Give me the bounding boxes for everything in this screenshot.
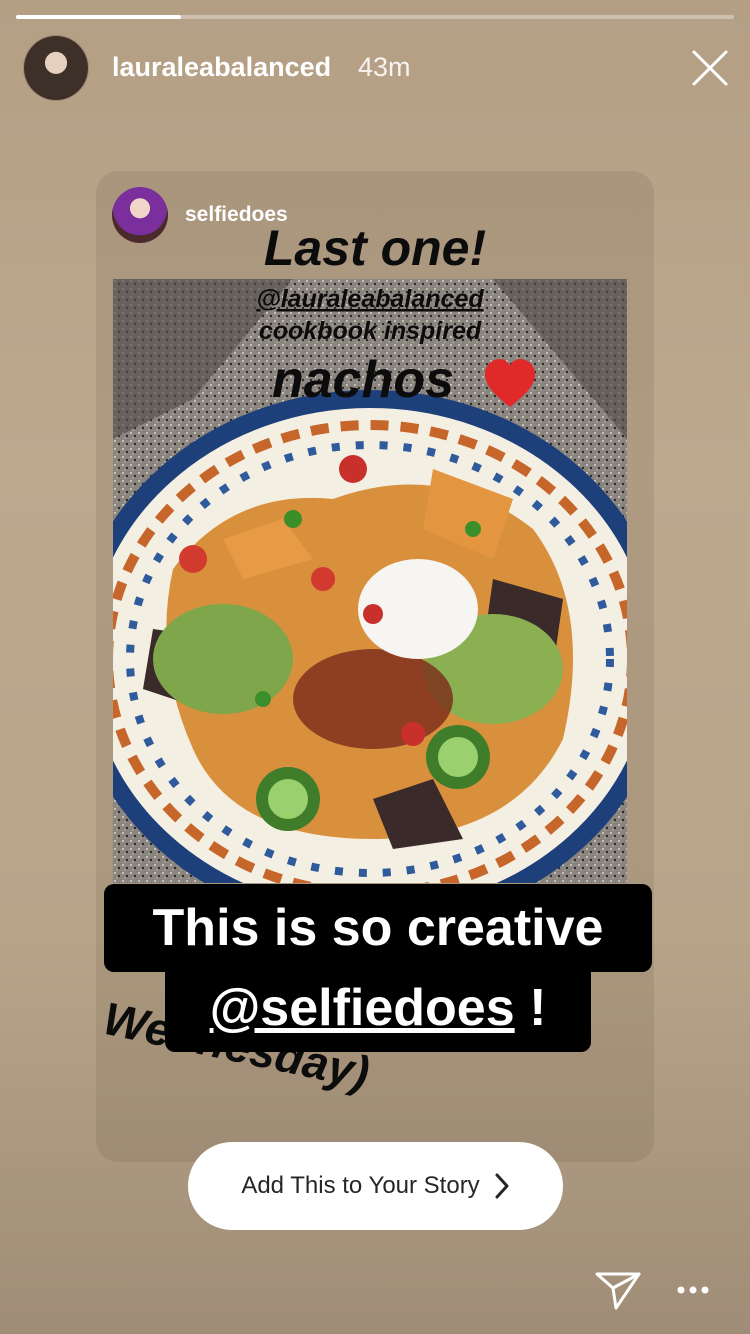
caption-title: Last one! (263, 220, 487, 276)
sticker-line1: This is so creative (152, 899, 604, 957)
story-username[interactable]: lauraleabalanced (112, 52, 331, 83)
story-progress-bar (16, 15, 734, 19)
close-icon (692, 50, 728, 86)
send-button[interactable] (594, 1268, 642, 1312)
nachos-image: @lauraleabalanced cookbook inspired nach… (113, 279, 627, 883)
more-button[interactable] (676, 1280, 710, 1300)
chevron-right-icon (495, 1173, 509, 1199)
caption-line3: nachos (272, 351, 454, 409)
story-timestamp: 43m (358, 52, 411, 82)
avatar[interactable] (24, 36, 88, 100)
sticker-mention[interactable]: @selfiedoes (210, 979, 515, 1037)
sticker-punctuation: ! (529, 979, 547, 1037)
send-icon (595, 1272, 641, 1310)
caption-line2: cookbook inspired (259, 317, 482, 345)
caption-mention: @lauraleabalanced (256, 285, 484, 313)
add-to-story-button[interactable]: Add This to Your Story (188, 1142, 563, 1230)
more-icon (677, 1286, 709, 1294)
comment-sticker: This is so creative (104, 884, 652, 972)
comment-sticker-mention-box: @selfiedoes ! (165, 964, 591, 1052)
story-progress-fill (16, 15, 182, 19)
add-to-story-label: Add This to Your Story (241, 1172, 480, 1199)
nachos-photo: @lauraleabalanced cookbook inspired nach… (113, 279, 627, 883)
close-button[interactable] (690, 48, 730, 88)
